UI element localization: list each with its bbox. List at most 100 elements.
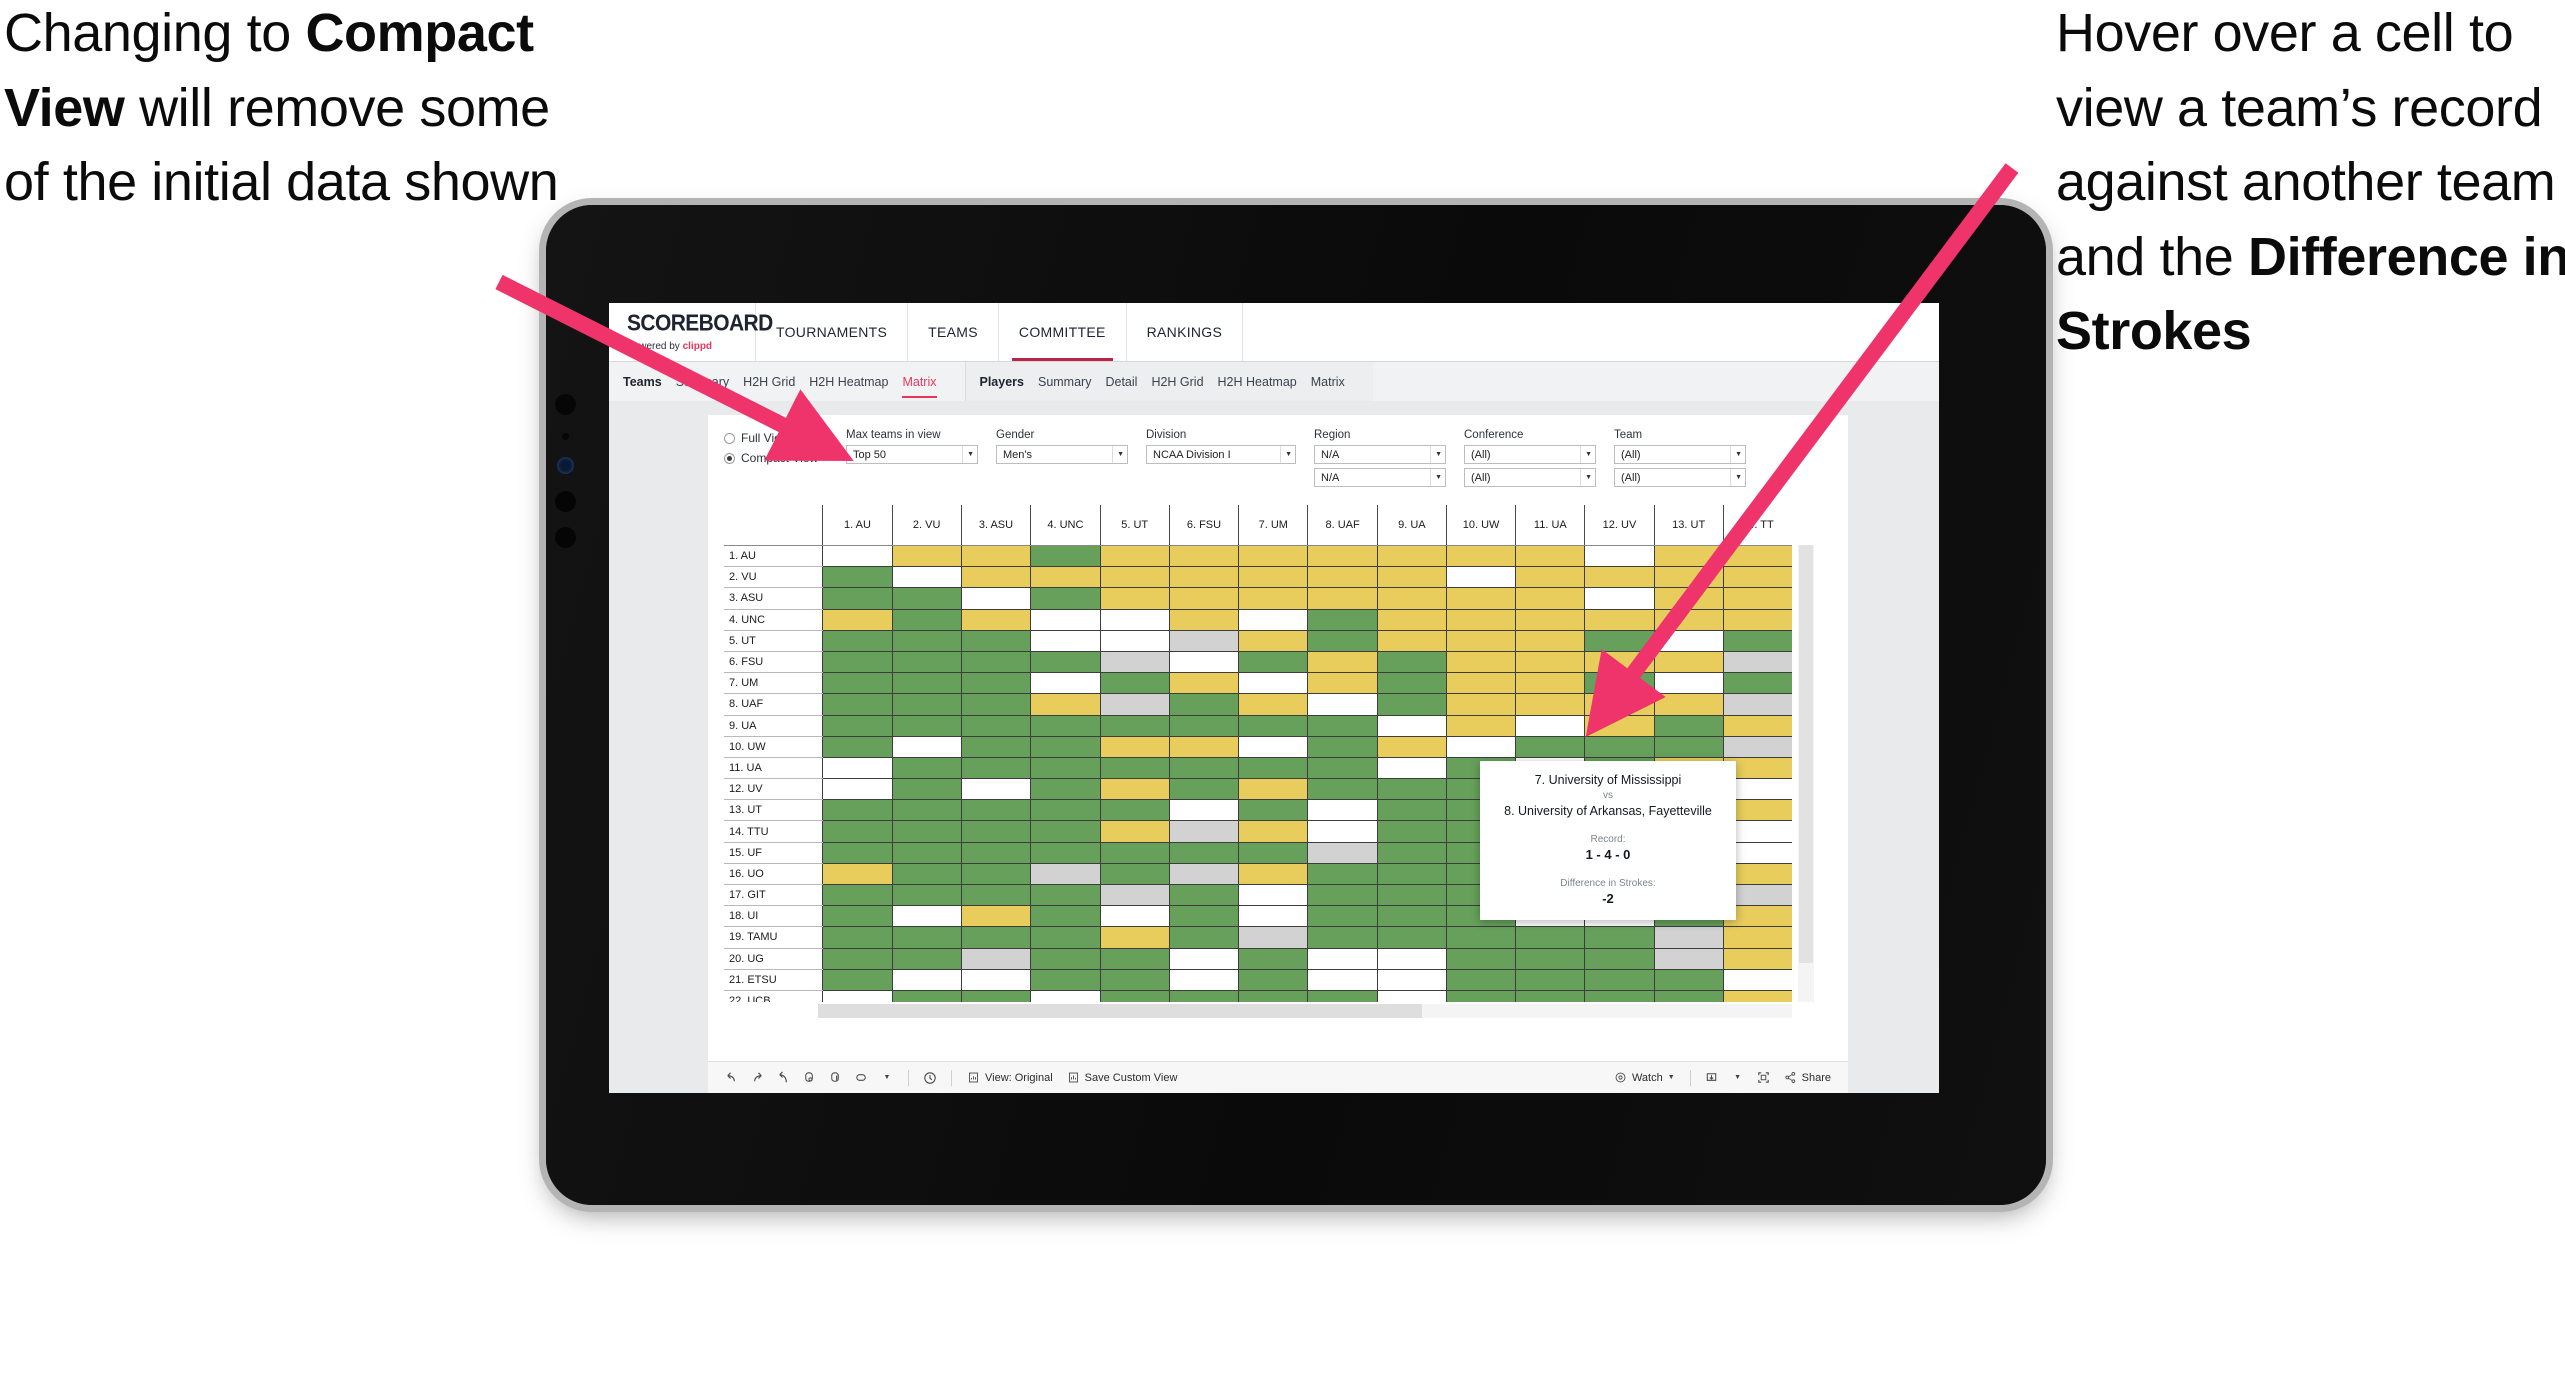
download-icon[interactable] [1699,1066,1725,1090]
matrix-cell[interactable] [1307,545,1378,568]
matrix-cell[interactable] [1168,799,1239,822]
matrix-cell[interactable] [1376,820,1447,843]
select-team-secondary[interactable]: (All) ▼ [1614,468,1746,487]
matrix-cell[interactable] [1030,990,1101,1002]
matrix-cell[interactable] [1030,926,1101,949]
matrix-cell[interactable] [822,566,893,589]
matrix-cell[interactable] [960,715,1031,737]
matrix-cell[interactable] [1515,587,1585,610]
select-gender[interactable]: Men's ▼ [996,445,1128,464]
matrix-cell[interactable] [960,905,1031,928]
matrix-cell[interactable] [891,863,962,886]
matrix-cell[interactable] [891,566,962,589]
matrix-cell[interactable] [1099,905,1170,928]
matrix-cell[interactable] [960,609,1031,631]
matrix-cell[interactable] [891,969,962,991]
view-original-button[interactable]: View: Original [960,1066,1060,1090]
matrix-cell[interactable] [1584,672,1655,695]
matrix-cell[interactable] [1515,693,1585,716]
matrix-vertical-scrollbar[interactable] [1798,545,1814,1002]
matrix-cell[interactable] [1099,948,1170,970]
matrix-cell[interactable] [1168,693,1239,716]
matrix-cell[interactable] [960,672,1031,695]
matrix-cell[interactable] [1238,651,1308,674]
topnav-item-rankings[interactable]: RANKINGS [1127,303,1244,361]
matrix-cell[interactable] [1238,863,1308,886]
matrix-cell[interactable] [960,799,1031,822]
matrix-cell[interactable] [1722,587,1792,610]
select-region-secondary[interactable]: N/A ▼ [1314,468,1446,487]
matrix-cell[interactable] [891,905,962,928]
revert-icon[interactable] [770,1066,796,1090]
matrix-cell[interactable] [1307,715,1378,737]
matrix-cell[interactable] [1584,948,1655,970]
matrix-cell[interactable] [960,820,1031,843]
matrix-cell[interactable] [1099,630,1170,652]
matrix-col-header[interactable]: 10. UW [1445,505,1516,546]
matrix-cell[interactable] [822,715,893,737]
matrix-cell[interactable] [1168,926,1239,949]
matrix-cell[interactable] [1099,926,1170,949]
matrix-cell[interactable] [1584,736,1655,758]
matrix-cell[interactable] [1376,884,1447,907]
matrix-cell[interactable] [1238,736,1308,758]
matrix-cell[interactable] [960,778,1031,801]
matrix-row-header[interactable]: 1. AU [724,545,823,568]
matrix-cell[interactable] [1376,715,1447,737]
matrix-cell[interactable] [1307,630,1378,652]
matrix-row-header[interactable]: 15. UF [724,842,823,864]
matrix-cell[interactable] [1722,948,1792,970]
matrix-cell[interactable] [891,757,962,780]
matrix-col-header[interactable]: 2. VU [891,505,962,546]
matrix-cell[interactable] [1445,651,1516,674]
matrix-cell[interactable] [1238,969,1308,991]
matrix-cell[interactable] [1584,926,1655,949]
matrix-cell[interactable] [960,587,1031,610]
matrix-cell[interactable] [1030,566,1101,589]
matrix-row-header[interactable]: 7. UM [724,672,823,695]
matrix-cell[interactable] [1653,990,1724,1002]
matrix-row-header[interactable]: 8. UAF [724,693,823,716]
matrix-cell[interactable] [1515,736,1585,758]
matrix-cell[interactable] [1168,545,1239,568]
matrix-cell[interactable] [822,799,893,822]
matrix-row-header[interactable]: 16. UO [724,863,823,886]
matrix-col-header[interactable]: 7. UM [1238,505,1308,546]
matrix-cell[interactable] [822,926,893,949]
matrix-cell[interactable] [1445,715,1516,737]
matrix-cell[interactable] [1722,926,1792,949]
matrix-cell[interactable] [1584,969,1655,991]
matrix-cell[interactable] [1445,545,1516,568]
matrix-cell[interactable] [1653,651,1724,674]
matrix-cell[interactable] [1030,948,1101,970]
matrix-cell[interactable] [1099,587,1170,610]
matrix-cell[interactable] [1307,990,1378,1002]
matrix-cell[interactable] [1099,651,1170,674]
matrix-row-header[interactable]: 10. UW [724,736,823,758]
matrix-cell[interactable] [1376,587,1447,610]
download-dropdown-icon[interactable]: ▼ [1725,1066,1751,1090]
matrix-row-header[interactable]: 5. UT [724,630,823,652]
matrix-cell[interactable] [1653,969,1724,991]
matrix-cell[interactable] [1515,948,1585,970]
select-conference-secondary[interactable]: (All) ▼ [1464,468,1596,487]
matrix-row-header[interactable]: 11. UA [724,757,823,780]
matrix-cell[interactable] [1653,693,1724,716]
matrix-cell[interactable] [1445,736,1516,758]
matrix-cell[interactable] [1030,778,1101,801]
matrix-cell[interactable] [1584,715,1655,737]
matrix-cell[interactable] [1168,969,1239,991]
matrix-cell[interactable] [1722,736,1792,758]
matrix-cell[interactable] [1307,948,1378,970]
matrix-cell[interactable] [1653,545,1724,568]
matrix-cell[interactable] [1099,820,1170,843]
matrix-cell[interactable] [1445,609,1516,631]
matrix-cell[interactable] [1445,693,1516,716]
matrix-cell[interactable] [960,926,1031,949]
matrix-cell[interactable] [891,778,962,801]
matrix-cell[interactable] [1445,630,1516,652]
matrix-cell[interactable] [1653,715,1724,737]
matrix-cell[interactable] [822,757,893,780]
matrix-cell[interactable] [1030,651,1101,674]
subnav-item-teams-h2h-heatmap[interactable]: H2H Heatmap [809,375,888,389]
